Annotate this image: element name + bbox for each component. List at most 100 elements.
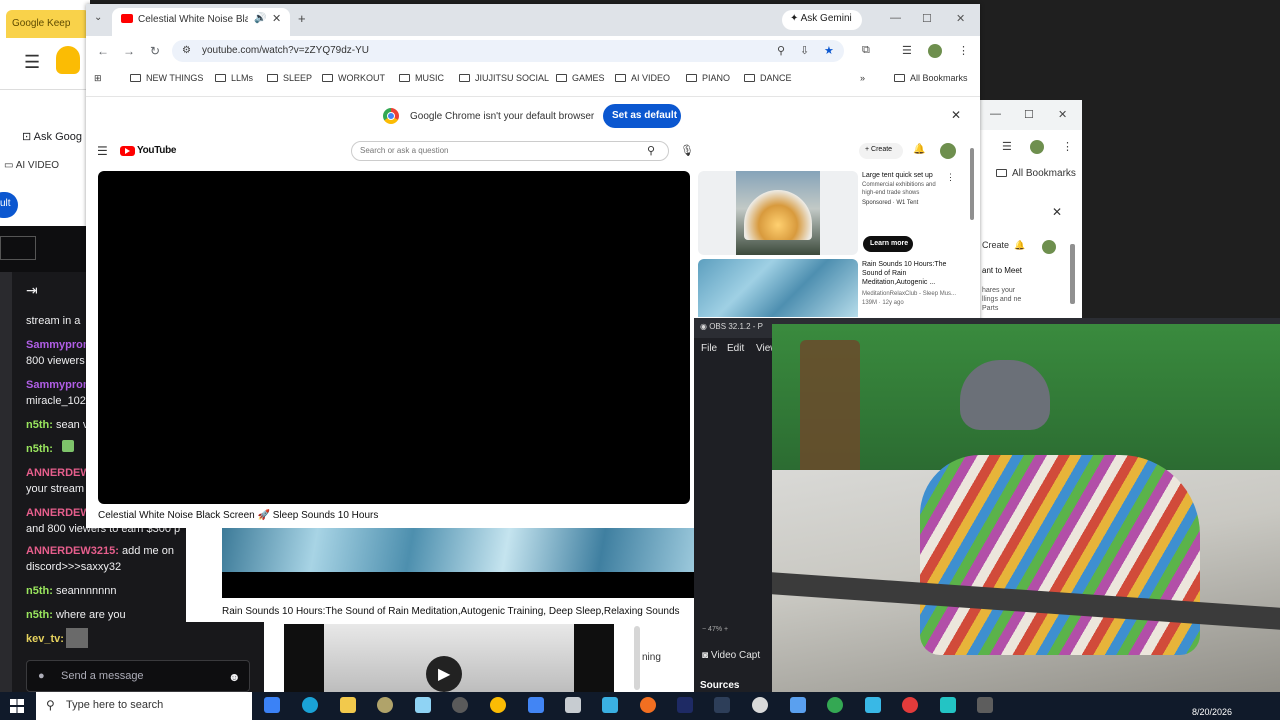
create-button[interactable]: + Create xyxy=(859,143,903,159)
recommended-title[interactable]: Rain Sounds 10 Hours:The Sound of Rain M… xyxy=(862,260,952,287)
bookmark-folder[interactable]: PIANO xyxy=(686,73,730,83)
obs-icon[interactable] xyxy=(452,697,468,713)
maximize-icon[interactable]: ☐ xyxy=(922,12,932,25)
bookmark-folder[interactable]: AI VIDEO xyxy=(615,73,670,83)
task-view-icon[interactable] xyxy=(264,697,280,713)
chat-username[interactable]: n5th: xyxy=(26,609,53,621)
chat-username[interactable]: ANNERDEW xyxy=(26,467,91,479)
back-icon[interactable]: ← xyxy=(97,44,109,58)
profile-avatar[interactable] xyxy=(928,44,942,58)
search-icon[interactable]: ⚲ xyxy=(647,144,655,157)
infobar-close-icon-back[interactable]: ✕ xyxy=(1052,205,1062,219)
chat-username[interactable]: ANNERDEW3215: xyxy=(26,545,119,557)
new-tab-icon[interactable]: + xyxy=(298,11,306,26)
notifications-icon[interactable]: 🔔 xyxy=(913,144,925,155)
scrollbar[interactable] xyxy=(634,626,640,690)
youtube-logo-text[interactable]: YouTube xyxy=(137,145,177,156)
chrome-icon[interactable] xyxy=(827,697,843,713)
bookmark-folder[interactable]: JIUJITSU SOCIAL xyxy=(459,73,549,83)
chat-input[interactable]: Send a message xyxy=(26,660,250,692)
install-icon[interactable]: ⇩ xyxy=(800,44,809,57)
emoji-picker-icon[interactable]: ☻ xyxy=(228,670,241,684)
chat-username[interactable]: ANNERDEW xyxy=(26,507,91,519)
firefox-icon[interactable] xyxy=(640,697,656,713)
app-icon[interactable] xyxy=(415,697,431,713)
set-default-button[interactable]: Set as default xyxy=(603,104,681,128)
url-text[interactable]: youtube.com/watch?v=zZYQ79dz-YU xyxy=(202,45,369,56)
bookmark-star-icon[interactable]: ★ xyxy=(824,44,834,57)
taskbar-date[interactable]: 8/20/2026 xyxy=(1192,707,1232,717)
tab-close-icon[interactable]: ✕ xyxy=(272,12,281,25)
app-icon[interactable] xyxy=(790,697,806,713)
chat-username[interactable]: n5th: xyxy=(26,443,53,455)
bookmark-folder[interactable]: LLMs xyxy=(215,73,253,83)
dark-field[interactable] xyxy=(0,236,36,260)
scrollbar-back[interactable] xyxy=(1070,244,1075,304)
bookmark-folder[interactable]: DANCE xyxy=(744,73,792,83)
chat-username[interactable]: n5th: xyxy=(26,419,53,431)
tab-search-icon[interactable]: ⌄ xyxy=(94,12,102,23)
keep-tab[interactable]: Google Keep xyxy=(6,10,90,38)
close-icon[interactable]: ✕ xyxy=(956,12,965,25)
video-player[interactable] xyxy=(98,171,690,504)
reading-list-icon[interactable]: ☰ xyxy=(1002,140,1012,153)
minimize-icon[interactable]: — xyxy=(990,108,1001,120)
app-icon[interactable] xyxy=(865,697,881,713)
all-bookmarks[interactable]: All Bookmarks xyxy=(894,73,968,83)
rain-video-title[interactable]: Rain Sounds 10 Hours:The Sound of Rain M… xyxy=(222,606,680,617)
app-icon[interactable] xyxy=(602,697,618,713)
ask-google-button[interactable]: ⊡ Ask Goog xyxy=(22,130,82,143)
extensions-icon[interactable]: ⧉ xyxy=(862,44,870,57)
hamburger-menu-icon[interactable]: ☰ xyxy=(97,144,108,158)
infobar-close-icon[interactable]: ✕ xyxy=(951,108,961,122)
maximize-icon[interactable]: ☐ xyxy=(1024,108,1034,121)
create-button-back[interactable]: Create xyxy=(982,240,1009,250)
rain-video-frame[interactable] xyxy=(222,528,694,572)
more-icon[interactable]: ⋮ xyxy=(1062,140,1073,153)
recommended-thumbnail[interactable] xyxy=(698,259,858,317)
app-icon[interactable] xyxy=(940,697,956,713)
app-icon[interactable] xyxy=(565,697,581,713)
bookmark-folder[interactable]: WORKOUT xyxy=(322,73,385,83)
docs-icon[interactable] xyxy=(528,697,544,713)
reload-icon[interactable]: ↻ xyxy=(150,44,160,58)
learn-more-button[interactable]: Learn more xyxy=(863,236,913,252)
microphone-icon[interactable]: 🎙 xyxy=(680,144,694,157)
keep-menu-icon[interactable]: ☰ xyxy=(24,52,40,73)
obs-source-item[interactable]: ◙ Video Capt xyxy=(702,650,760,661)
apps-icon[interactable]: ⊞ xyxy=(94,73,102,84)
app-icon[interactable] xyxy=(977,697,993,713)
bookmarks-overflow-icon[interactable]: » xyxy=(860,73,865,83)
obs-zoom-level[interactable]: − 47% + xyxy=(702,626,728,633)
site-info-icon[interactable]: ⚙ xyxy=(182,45,191,56)
play-icon[interactable]: ▶ xyxy=(426,656,462,692)
zoom-icon[interactable]: ⚲ xyxy=(777,44,785,57)
bookmark-folder[interactable]: NEW THINGS xyxy=(130,73,203,83)
chat-username[interactable]: Sammyprom xyxy=(26,339,93,351)
bookmark-folder[interactable]: SLEEP xyxy=(267,73,312,83)
reading-list-icon[interactable]: ☰ xyxy=(902,44,912,57)
ad-title[interactable]: Large tent quick set up xyxy=(862,172,933,179)
bookmark-folder[interactable]: GAMES xyxy=(556,73,605,83)
app-icon[interactable] xyxy=(902,697,918,713)
more-icon[interactable]: ⋮ xyxy=(958,44,969,57)
tab-audio-icon[interactable]: 🔊 xyxy=(254,13,266,24)
bookmark-folder[interactable]: MUSIC xyxy=(399,73,444,83)
video-title-back[interactable]: ant to Meet xyxy=(982,266,1022,275)
app-icon[interactable] xyxy=(714,697,730,713)
photoshop-icon[interactable] xyxy=(677,697,693,713)
ask-gemini-button[interactable]: ✦ Ask Gemini xyxy=(782,10,862,30)
ad-more-icon[interactable]: ⋮ xyxy=(946,172,955,183)
chat-username[interactable]: Sammyprom xyxy=(26,379,93,391)
scrollbar[interactable] xyxy=(970,148,974,220)
obs-menu-file[interactable]: File xyxy=(701,343,717,354)
chat-collapse-icon[interactable]: ⇥ xyxy=(26,282,38,299)
edge-icon[interactable] xyxy=(302,697,318,713)
forward-icon[interactable]: → xyxy=(123,44,135,58)
minimize-icon[interactable]: — xyxy=(890,12,901,24)
clock-icon[interactable] xyxy=(752,697,768,713)
close-icon[interactable]: ✕ xyxy=(1058,108,1067,121)
chat-username[interactable]: n5th: xyxy=(26,585,53,597)
avatar[interactable] xyxy=(940,143,956,159)
chat-username[interactable]: kev_tv: xyxy=(26,633,64,645)
